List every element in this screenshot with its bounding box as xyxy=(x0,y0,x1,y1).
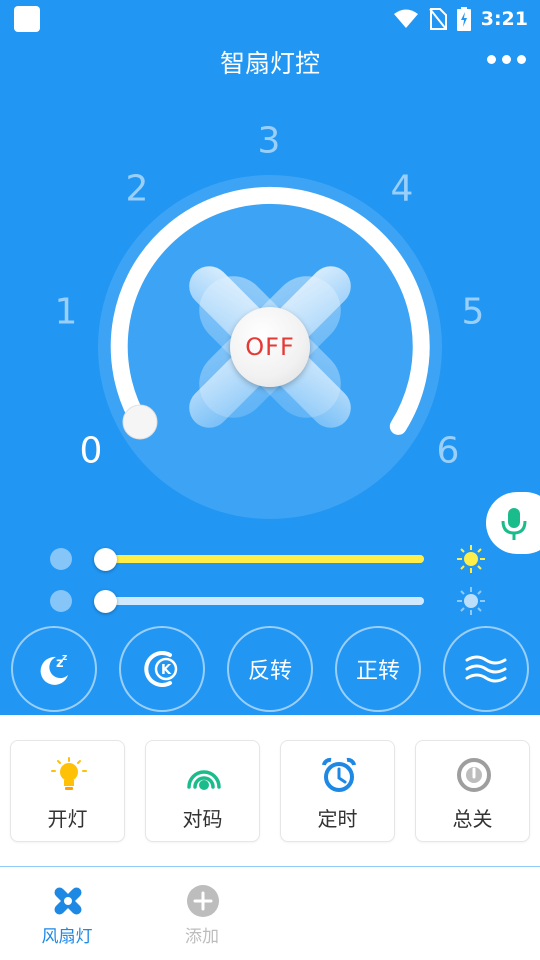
page-title: 智扇灯控 xyxy=(219,49,320,78)
fan-nav-icon xyxy=(54,887,82,915)
timer-card[interactable]: 定时 xyxy=(280,740,395,842)
battery-charging-icon xyxy=(456,7,471,31)
svg-text:z: z xyxy=(62,653,67,663)
control-panel: 3:21 智扇灯控 0 1 2 3 4 5 6 OFF z z K 反转 正转 xyxy=(0,0,540,715)
brightness-track[interactable] xyxy=(100,555,424,563)
color-temp-min-dot xyxy=(50,590,72,612)
sleep-moon-icon: z z xyxy=(40,653,68,685)
power-off-button[interactable]: OFF xyxy=(230,307,310,387)
color-temp-slider-knob[interactable] xyxy=(94,590,117,613)
brightness-min-dot xyxy=(50,548,72,570)
wind-waves-icon xyxy=(465,655,507,683)
pairing-card[interactable]: 对码 xyxy=(145,740,260,842)
nav-fan-light-label: 风扇灯 xyxy=(41,927,93,947)
app-square-icon xyxy=(14,6,40,32)
no-sim-icon xyxy=(428,8,447,30)
status-time: 3:21 xyxy=(480,8,528,30)
speed-level-1[interactable]: 1 xyxy=(55,292,78,333)
light-on-label: 开灯 xyxy=(47,807,88,831)
master-off-card[interactable]: 总关 xyxy=(415,740,530,842)
speed-level-5[interactable]: 5 xyxy=(462,292,485,333)
more-dots-icon[interactable] xyxy=(487,55,526,64)
master-off-label: 总关 xyxy=(452,807,493,831)
pairing-label: 对码 xyxy=(182,807,223,831)
brightness-slider-knob[interactable] xyxy=(94,548,117,571)
nav-add[interactable]: 添加 xyxy=(157,882,247,952)
sun-blue-icon xyxy=(457,587,485,615)
brightness-slider-row xyxy=(0,544,540,574)
nav-divider xyxy=(0,866,540,867)
add-circle-icon xyxy=(187,885,219,917)
status-bar: 3:21 xyxy=(393,6,528,32)
alarm-clock-icon xyxy=(322,757,356,792)
speed-dial[interactable]: OFF xyxy=(98,175,442,519)
reverse-button[interactable]: 反转 xyxy=(227,626,313,712)
svg-text:K: K xyxy=(161,663,172,678)
speed-level-3[interactable]: 3 xyxy=(258,121,281,162)
sleep-mode-button[interactable]: z z xyxy=(11,626,97,712)
forward-button[interactable]: 正转 xyxy=(335,626,421,712)
signal-pairing-icon xyxy=(187,770,221,790)
natural-wind-button[interactable] xyxy=(443,626,529,712)
wifi-icon xyxy=(393,9,418,28)
nav-fan-light[interactable]: 风扇灯 xyxy=(22,882,112,952)
sun-yellow-icon xyxy=(457,545,485,573)
power-icon xyxy=(457,758,491,792)
dial-knob[interactable] xyxy=(122,404,158,440)
k-mode-button[interactable]: K xyxy=(119,626,205,712)
nav-add-label: 添加 xyxy=(185,927,219,947)
color-temp-slider-row xyxy=(0,586,540,616)
color-temp-track[interactable] xyxy=(100,597,424,605)
light-bulb-icon xyxy=(51,757,87,790)
k-mode-icon: K xyxy=(144,651,178,687)
timer-label: 定时 xyxy=(317,807,358,831)
light-on-card[interactable]: 开灯 xyxy=(10,740,125,842)
microphone-icon xyxy=(501,508,527,540)
